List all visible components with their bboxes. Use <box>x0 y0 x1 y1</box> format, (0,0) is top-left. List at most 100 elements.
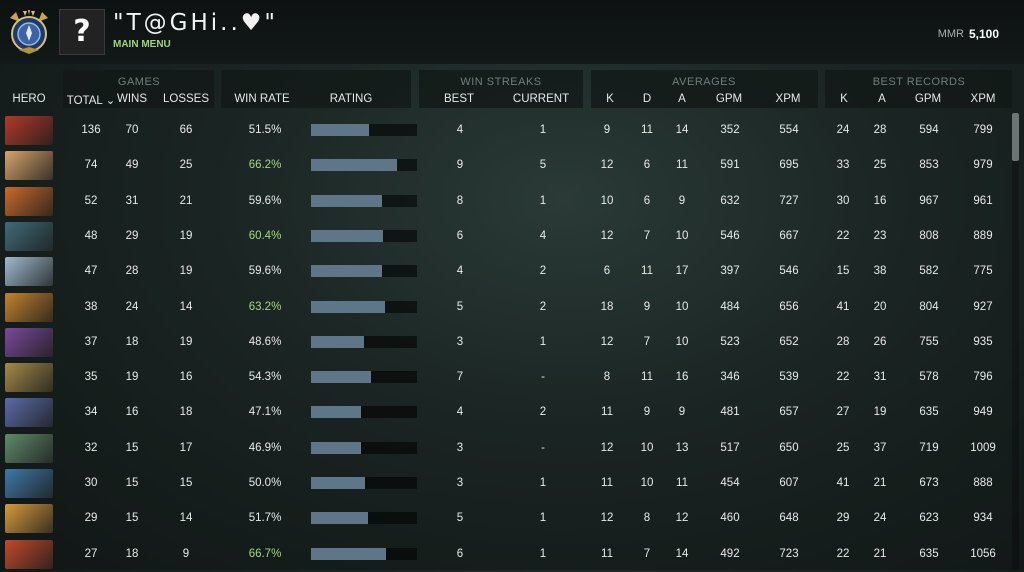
hero-portrait-icon[interactable] <box>5 398 53 428</box>
cell-avg-assists: 17 <box>675 265 689 278</box>
table-row[interactable]: 34 16 18 47.1% 4 2 11 9 9 481 657 27 19 635 949 <box>0 395 1012 430</box>
scrollbar-thumb[interactable] <box>1012 113 1019 161</box>
cell-win-rate: 59.6% <box>248 194 282 207</box>
table-row[interactable]: 35 19 16 54.3% 7 - 8 11 16 346 539 22 31 578 796 <box>0 360 1012 395</box>
hero-portrait-icon[interactable] <box>5 433 53 463</box>
col-hero[interactable]: HERO <box>12 93 45 105</box>
cell-avg-deaths: 11 <box>641 124 653 136</box>
col-best-kills[interactable]: K <box>840 93 848 105</box>
table-row[interactable]: 37 18 19 48.6% 3 1 12 7 10 523 652 28 26 755 935 <box>0 325 1012 360</box>
col-avg-kills[interactable]: K <box>606 93 614 105</box>
col-current-streak[interactable]: CURRENT <box>513 93 569 105</box>
rating-bar-fill <box>311 335 364 348</box>
cell-avg-kills: 12 <box>600 229 614 242</box>
col-avg-xpm[interactable]: XPM <box>776 93 801 105</box>
cell-win-rate: 51.7% <box>248 512 282 525</box>
cell-avg-xpm: 648 <box>779 512 799 525</box>
cell-best-gpm: 967 <box>919 194 939 207</box>
col-best-gpm[interactable]: GPM <box>915 93 941 105</box>
cell-avg-deaths: 11 <box>641 371 653 384</box>
bestrecords-group-title: BEST RECORDS <box>872 76 966 88</box>
cell-best-assists: 19 <box>873 406 887 419</box>
col-total[interactable]: TOTAL ⌄ <box>67 93 115 107</box>
col-avg-assists[interactable]: A <box>678 93 686 105</box>
hero-portrait-icon[interactable] <box>5 363 53 393</box>
col-win-rate[interactable]: WIN RATE <box>234 93 289 105</box>
cell-avg-assists: 9 <box>678 406 686 419</box>
hero-portrait-icon[interactable] <box>5 292 53 322</box>
cell-total: 48 <box>84 229 98 242</box>
table-row[interactable]: 136 70 66 51.5% 4 1 9 11 14 352 554 24 28 594 799 <box>0 113 1012 148</box>
cell-losses: 25 <box>179 159 193 172</box>
cell-avg-deaths: 6 <box>643 159 651 172</box>
col-rating[interactable]: RATING <box>330 93 373 105</box>
cell-wins: 70 <box>125 124 139 136</box>
cell-total: 29 <box>84 512 98 525</box>
cell-win-rate: 66.7% <box>248 547 282 560</box>
cell-avg-gpm: 454 <box>720 477 740 489</box>
cell-avg-deaths: 9 <box>643 406 651 419</box>
table-row[interactable]: 48 29 19 60.4% 6 4 12 7 10 546 667 22 23 808 889 <box>0 219 1012 254</box>
cell-losses: 15 <box>179 477 193 489</box>
hero-portrait-icon[interactable] <box>5 151 53 181</box>
cell-avg-kills: 11 <box>601 547 613 560</box>
hero-portrait-icon[interactable] <box>5 221 53 251</box>
profile-header: ? "T@GHi..♥" MAIN MENU MMR 5,100 <box>0 0 1024 64</box>
player-avatar[interactable]: ? <box>59 9 105 55</box>
hero-portrait-icon[interactable] <box>5 469 53 498</box>
cell-best-assists: 25 <box>873 159 887 172</box>
table-row[interactable]: 47 28 19 59.6% 4 2 6 11 17 397 546 15 38 582 775 <box>0 254 1012 289</box>
cell-avg-kills: 11 <box>601 477 613 489</box>
cell-wins: 24 <box>125 300 139 313</box>
rating-bar <box>311 512 417 525</box>
hero-portrait-icon[interactable] <box>5 257 53 287</box>
table-row[interactable]: 38 24 14 63.2% 5 2 18 9 10 484 656 41 20 804 927 <box>0 290 1012 325</box>
cell-best-assists: 21 <box>873 547 887 560</box>
table-row[interactable]: 27 18 9 66.7% 6 1 11 7 14 492 723 22 21 635 1056 <box>0 537 1012 572</box>
cell-total: 37 <box>84 335 98 348</box>
hero-portrait-icon[interactable] <box>5 504 53 534</box>
cell-win-rate: 60.4% <box>248 229 282 242</box>
scrollbar[interactable] <box>1012 113 1019 570</box>
cell-avg-assists: 10 <box>675 229 689 242</box>
table-row[interactable]: 74 49 25 66.2% 9 5 12 6 11 591 695 33 25 853 979 <box>0 148 1012 183</box>
rating-bar <box>311 335 417 348</box>
cell-avg-kills: 12 <box>600 335 614 348</box>
table-row[interactable]: 32 15 17 46.9% 3 - 12 10 13 517 650 25 37 719 1009 <box>0 431 1012 466</box>
col-best-xpm[interactable]: XPM <box>971 93 996 105</box>
cell-avg-xpm: 656 <box>779 300 799 313</box>
cell-best-kills: 24 <box>836 124 850 136</box>
cell-losses: 14 <box>179 512 193 525</box>
hero-portrait-icon[interactable] <box>5 186 53 216</box>
rating-bar-fill <box>311 159 397 172</box>
cell-losses: 66 <box>179 124 193 136</box>
main-menu-link[interactable]: MAIN MENU <box>113 39 171 50</box>
player-name: "T@GHi..♥" <box>113 10 278 36</box>
cell-best-streak: 8 <box>456 194 464 207</box>
table-row[interactable]: 29 15 14 51.7% 5 1 12 8 12 460 648 29 24 623 934 <box>0 501 1012 536</box>
rating-bar <box>311 477 417 489</box>
rating-bar-fill <box>311 371 372 384</box>
cell-avg-kills: 12 <box>600 512 614 525</box>
table-row[interactable]: 52 31 21 59.6% 8 1 10 6 9 632 727 30 16 967 961 <box>0 184 1012 219</box>
cell-total: 32 <box>84 441 98 454</box>
col-wins[interactable]: WINS <box>117 93 147 105</box>
cell-avg-deaths: 11 <box>641 265 653 278</box>
col-losses[interactable]: LOSSES <box>163 93 209 105</box>
col-avg-deaths[interactable]: D <box>643 93 651 105</box>
col-best-streak[interactable]: BEST <box>444 93 474 105</box>
cell-best-assists: 20 <box>873 300 887 313</box>
hero-portrait-icon[interactable] <box>5 327 53 357</box>
col-best-assists[interactable]: A <box>878 93 886 105</box>
cell-win-rate: 46.9% <box>248 441 282 454</box>
table-row[interactable]: 30 15 15 50.0% 3 1 11 10 11 454 607 41 21 673 888 <box>0 466 1012 501</box>
col-avg-gpm[interactable]: GPM <box>716 93 742 105</box>
cell-avg-assists: 14 <box>675 124 689 136</box>
cell-win-rate: 51.5% <box>248 124 282 136</box>
hero-portrait-icon[interactable] <box>5 116 53 145</box>
hero-portrait-icon[interactable] <box>5 539 53 569</box>
cell-best-gpm: 804 <box>919 300 939 313</box>
rating-bar-fill <box>311 265 383 278</box>
cell-best-gpm: 808 <box>919 229 939 242</box>
cell-current-streak: 1 <box>539 512 547 525</box>
